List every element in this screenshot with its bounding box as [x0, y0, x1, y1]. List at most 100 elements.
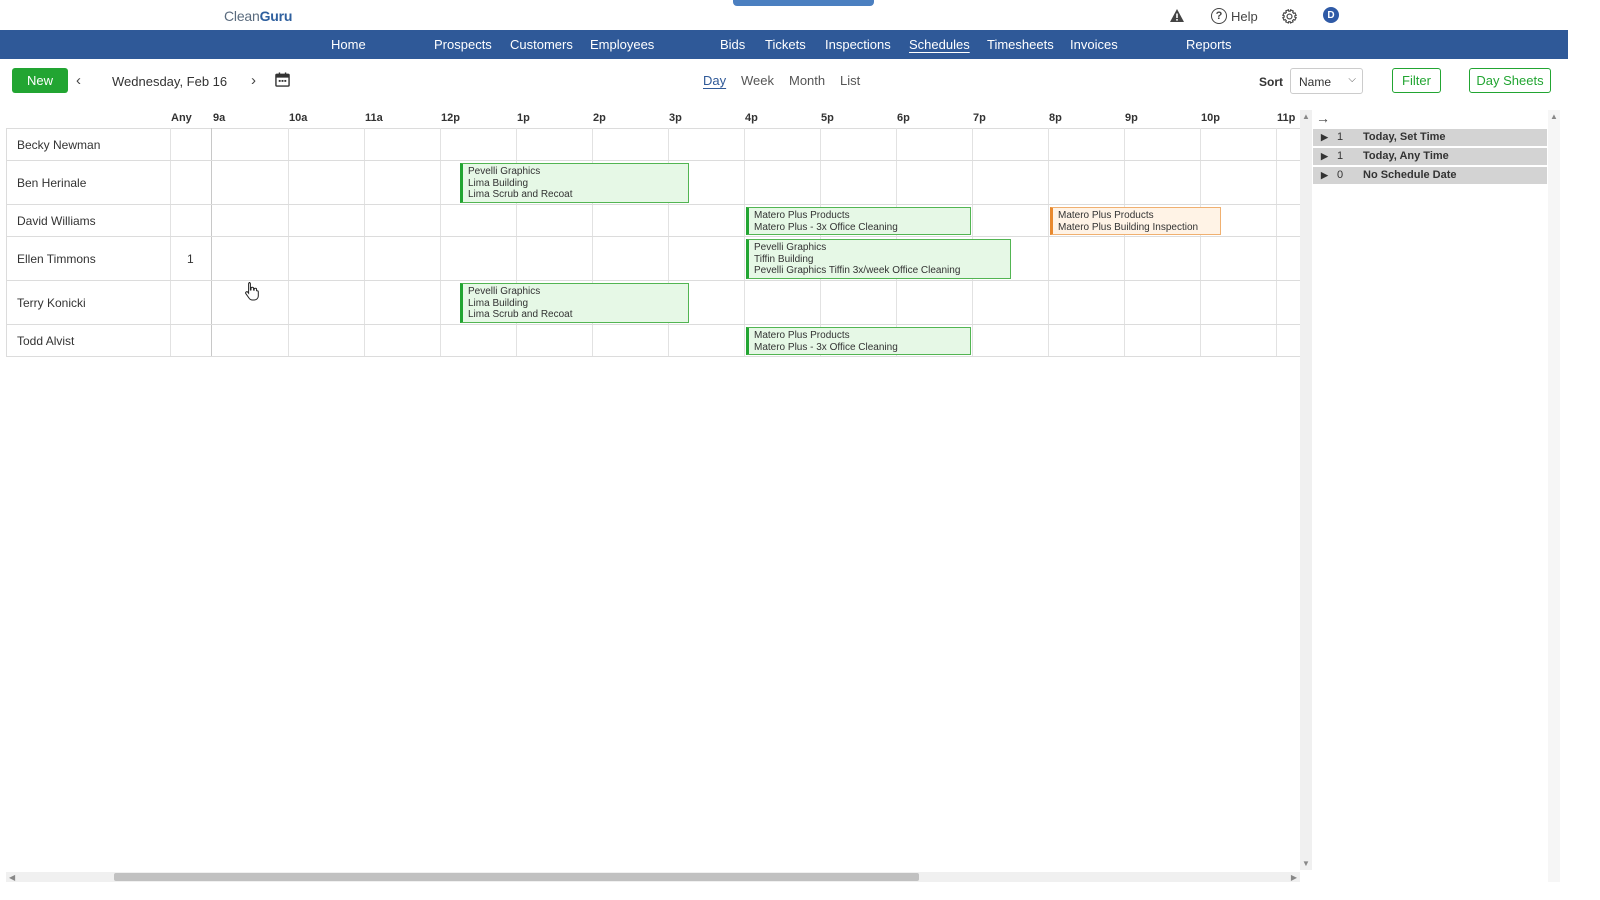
help-label: Help [1231, 8, 1258, 24]
current-date: Wednesday, Feb 16 [112, 74, 228, 89]
event-location: Tiffin Building [754, 253, 814, 265]
grid-vertical-scrollbar[interactable]: ▲ ▼ [1300, 110, 1312, 870]
column-header-hour: 12p [441, 112, 460, 124]
nav-invoices[interactable]: Invoices [1070, 37, 1118, 52]
event-service: Matero Plus Building Inspection [1058, 221, 1199, 233]
nav-customers[interactable]: Customers [510, 37, 573, 52]
column-header-hour: 10a [289, 112, 308, 124]
expand-triangle-icon: ▶ [1321, 151, 1328, 161]
event-customer: Matero Plus Products [1058, 210, 1154, 221]
employee-name[interactable]: Todd Alvist [17, 334, 74, 348]
help-link[interactable]: ? Help [1211, 6, 1258, 26]
schedule-event[interactable]: Matero Plus Products Matero Plus Buildin… [1050, 207, 1221, 235]
scroll-up-icon[interactable]: ▲ [1550, 112, 1558, 121]
grid-divider [1048, 128, 1049, 357]
column-header-hour: 6p [897, 112, 910, 124]
employee-name[interactable]: Becky Newman [17, 138, 100, 152]
column-header-hour: 11a [365, 112, 383, 124]
scrollbar-thumb[interactable] [114, 873, 919, 881]
nav-schedules[interactable]: Schedules [909, 37, 970, 52]
view-tab-month[interactable]: Month [789, 73, 825, 88]
group-label: Today, Set Time [1363, 131, 1446, 143]
scroll-left-icon[interactable]: ◀ [9, 873, 15, 882]
scroll-down-icon[interactable]: ▼ [1302, 859, 1310, 868]
employee-name[interactable]: David Williams [17, 214, 96, 228]
panel-group-today-set-time[interactable]: ▶ 1 Today, Set Time [1313, 129, 1547, 146]
app-logo[interactable]: CleanGuru [224, 8, 292, 24]
grid-divider [288, 128, 289, 357]
schedule-event[interactable]: Pevelli Graphics Tiffin Building Pevelli… [746, 239, 1011, 279]
nav-employees[interactable]: Employees [590, 37, 654, 52]
day-sheets-button[interactable]: Day Sheets [1469, 68, 1551, 93]
nav-tickets[interactable]: Tickets [765, 37, 806, 52]
column-header-hour: 1p [517, 112, 530, 124]
filter-button[interactable]: Filter [1392, 68, 1441, 93]
chevron-down-icon: ⌵ [1348, 74, 1356, 85]
column-header-hour: 8p [1049, 112, 1062, 124]
nav-inspections[interactable]: Inspections [825, 37, 891, 52]
top-tab-handle[interactable] [733, 0, 874, 6]
scroll-up-icon[interactable]: ▲ [1302, 112, 1310, 121]
row-divider [6, 324, 1300, 325]
column-header-hour: 4p [745, 112, 758, 124]
top-header: CleanGuru ? Help D [0, 0, 1568, 30]
row-divider [6, 236, 1300, 237]
grid-divider [1200, 128, 1201, 357]
employee-name[interactable]: Terry Konicki [17, 296, 86, 310]
employee-name[interactable]: Ben Herinale [17, 176, 86, 190]
nav-bids[interactable]: Bids [720, 37, 745, 52]
grid-divider [440, 128, 441, 357]
column-header-hour: 3p [669, 112, 682, 124]
sort-select[interactable]: Name ⌵ [1290, 68, 1363, 94]
panel-group-today-any-time[interactable]: ▶ 1 Today, Any Time [1313, 148, 1547, 165]
calendar-icon[interactable] [275, 72, 290, 92]
scroll-right-icon[interactable]: ▶ [1291, 873, 1297, 882]
next-day-icon[interactable]: › [251, 72, 256, 89]
panel-vertical-scrollbar[interactable]: ▲ [1548, 110, 1560, 882]
grid-divider [1276, 128, 1277, 357]
event-customer: Pevelli Graphics [754, 242, 827, 253]
row-divider [6, 204, 1300, 205]
column-header-hour: 5p [821, 112, 834, 124]
event-location: Lima Building [468, 177, 529, 189]
any-time-count[interactable]: 1 [187, 252, 194, 266]
group-count: 1 [1337, 131, 1344, 143]
event-customer: Matero Plus Products [754, 330, 850, 341]
new-button[interactable]: New [12, 68, 68, 93]
expand-triangle-icon: ▶ [1321, 132, 1328, 142]
column-header-hour: 10p [1201, 112, 1220, 124]
event-customer: Matero Plus Products [754, 210, 850, 221]
group-count: 0 [1337, 169, 1344, 181]
view-tab-list[interactable]: List [840, 73, 860, 88]
panel-group-no-schedule-date[interactable]: ▶ 0 No Schedule Date [1313, 167, 1547, 184]
schedule-event[interactable]: Pevelli Graphics Lima Building Lima Scru… [460, 163, 689, 203]
column-header-hour: 9p [1125, 112, 1138, 124]
view-tab-day[interactable]: Day [703, 73, 726, 88]
grid-divider [744, 128, 745, 357]
view-tab-week[interactable]: Week [741, 73, 774, 88]
avatar[interactable]: D [1323, 7, 1339, 23]
nav-home[interactable]: Home [331, 37, 366, 52]
column-header-hour: 7p [973, 112, 986, 124]
group-label: Today, Any Time [1363, 150, 1449, 162]
nav-timesheets[interactable]: Timesheets [987, 37, 1054, 52]
warning-icon[interactable] [1169, 6, 1185, 26]
employee-name[interactable]: Ellen Timmons [17, 252, 96, 266]
hand-cursor-icon [244, 281, 260, 306]
schedule-event[interactable]: Pevelli Graphics Lima Building Lima Scru… [460, 283, 689, 323]
column-header-hour: 11p [1277, 112, 1296, 124]
event-service: Matero Plus - 3x Office Cleaning [754, 221, 898, 233]
event-customer: Pevelli Graphics [468, 286, 541, 297]
arrow-right-icon[interactable]: → [1316, 110, 1330, 126]
prev-day-icon[interactable]: ‹ [76, 72, 81, 89]
schedule-event[interactable]: Matero Plus Products Matero Plus - 3x Of… [746, 327, 971, 355]
event-service: Pevelli Graphics Tiffin 3x/week Office C… [754, 265, 961, 276]
gear-icon[interactable] [1281, 6, 1298, 26]
event-service: Lima Scrub and Recoat [468, 189, 573, 200]
help-icon: ? [1211, 8, 1227, 24]
event-location: Lima Building [468, 297, 529, 309]
nav-prospects[interactable]: Prospects [434, 37, 492, 52]
nav-reports[interactable]: Reports [1186, 37, 1232, 52]
row-divider [6, 280, 1300, 281]
schedule-event[interactable]: Matero Plus Products Matero Plus - 3x Of… [746, 207, 971, 235]
